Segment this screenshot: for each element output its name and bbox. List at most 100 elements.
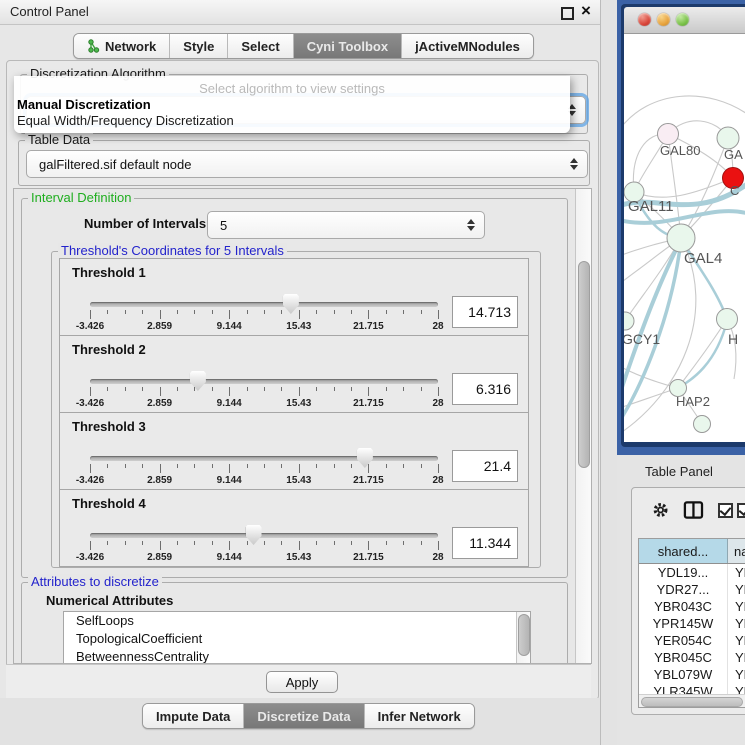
network-canvas[interactable]: GAL80 GA C GAL11 GAL4 GCY1 H HAP2: [624, 34, 745, 442]
network-view-window[interactable]: GAL80 GA C GAL11 GAL4 GCY1 H HAP2: [621, 4, 745, 447]
table-horizontal-scrollbar[interactable]: [639, 694, 745, 707]
tab-impute-data[interactable]: Impute Data: [143, 704, 243, 728]
numerical-attributes-list[interactable]: SelfLoopsTopologicalCoefficientBetweenne…: [63, 611, 531, 664]
threshold-3-value-field[interactable]: [452, 450, 518, 482]
panel-splitter[interactable]: [600, 0, 618, 745]
numerical-attribute-item[interactable]: TopologicalCoefficient: [64, 630, 530, 648]
table-row[interactable]: YBR045CYBR0: [639, 649, 745, 666]
column-header-shared-name[interactable]: shared...: [639, 539, 728, 563]
close-icon[interactable]: ×: [581, 1, 591, 21]
control-panel-titlebar: Control Panel ×: [0, 0, 600, 25]
tab-jactivemnodules-label: jActiveMNodules: [415, 39, 520, 54]
node-top-right[interactable]: [717, 127, 739, 149]
tab-discretize-data[interactable]: Discretize Data: [243, 704, 363, 728]
cell-shared-name: YPR145W: [639, 615, 728, 632]
slider-track[interactable]: [90, 456, 438, 461]
thresholds-group-label: Threshold's Coordinates for 5 Intervals: [58, 243, 287, 258]
threshold-4-slider[interactable]: -3.4262.8599.14415.4321.71528: [90, 525, 438, 565]
settings-vertical-scrollbar[interactable]: [575, 189, 591, 663]
threshold-1-slider[interactable]: -3.4262.8599.14415.4321.71528: [90, 294, 438, 334]
table-hscrollbar-thumb[interactable]: [641, 697, 743, 707]
dropdown-option-manual[interactable]: Manual Discretization: [14, 97, 570, 113]
table-panel-card: shared... na YDL19...YDL1YDR27...YDR2YBR…: [631, 487, 745, 715]
gear-icon[interactable]: [652, 501, 669, 519]
network-window-titlebar[interactable]: [624, 7, 745, 34]
close-traffic-light-icon[interactable]: [638, 13, 651, 26]
node-gal80[interactable]: [658, 124, 679, 145]
application-window: Control Panel × Network Style Select: [0, 0, 745, 745]
threshold-2-slider[interactable]: -3.4262.8599.14415.4321.71528: [90, 371, 438, 411]
settings-scrollbar-thumb[interactable]: [578, 261, 590, 468]
threshold-panel-3: Threshold 3 -3.4262.8599.14415.4321.7152…: [59, 412, 529, 490]
slider-ticks: [90, 464, 438, 474]
float-window-icon[interactable]: [561, 7, 574, 20]
table-data-combobox[interactable]: galFiltered.sif default node: [26, 150, 588, 178]
network-icon: [87, 39, 100, 53]
number-of-intervals-value: 5: [220, 218, 227, 233]
slider-tick-labels: -3.4262.8599.14415.4321.71528: [90, 475, 438, 487]
node-bottom[interactable]: [694, 416, 711, 433]
table-row[interactable]: YDR27...YDR2: [639, 581, 745, 598]
threshold-3-label: Threshold 3: [72, 419, 146, 434]
numerical-attribute-item[interactable]: SelfLoops: [64, 612, 530, 630]
tick-label: 21.715: [353, 475, 384, 486]
threshold-2-value-field[interactable]: [452, 373, 518, 405]
minimize-traffic-light-icon[interactable]: [657, 13, 670, 26]
slider-tick-labels: -3.4262.8599.14415.4321.71528: [90, 398, 438, 410]
slider-track[interactable]: [90, 533, 438, 538]
tab-jactivemnodules[interactable]: jActiveMNodules: [401, 34, 533, 58]
checkbox-icon[interactable]: [737, 503, 745, 518]
threshold-4-value-field[interactable]: [452, 527, 518, 559]
table-row[interactable]: YPR145WYPR1: [639, 615, 745, 632]
tab-select-label: Select: [241, 39, 279, 54]
threshold-1-value-field[interactable]: [452, 296, 518, 328]
slider-track[interactable]: [90, 302, 438, 307]
threshold-3-slider[interactable]: -3.4262.8599.14415.4321.71528: [90, 448, 438, 488]
node-label-gal80: GAL80: [660, 143, 700, 158]
list-scrollbar-thumb[interactable]: [518, 614, 530, 656]
tab-style[interactable]: Style: [169, 34, 227, 58]
tick-label: -3.426: [76, 321, 104, 332]
list-vertical-scrollbar[interactable]: [516, 612, 530, 664]
table-row[interactable]: YER054CYER0: [639, 632, 745, 649]
cell-shared-name: YDL19...: [639, 564, 728, 581]
zoom-traffic-light-icon[interactable]: [676, 13, 689, 26]
number-of-intervals-combobox[interactable]: 5: [207, 211, 485, 239]
node-h[interactable]: [717, 309, 738, 330]
node-label-c: C: [730, 183, 739, 198]
cell-shared-name: YDR27...: [639, 581, 728, 598]
dropdown-placeholder-item[interactable]: Select algorithm to view settings: [14, 81, 570, 97]
tab-cyni-toolbox-label: Cyni Toolbox: [307, 39, 388, 54]
tick-label: 21.715: [353, 398, 384, 409]
dropdown-option-equal-width[interactable]: Equal Width/Frequency Discretization: [14, 113, 570, 129]
tab-network[interactable]: Network: [74, 34, 169, 58]
table-panel-title: Table Panel: [645, 464, 713, 479]
threshold-panel-1: Threshold 1 -3.4262.8599.14415.4321.7152…: [59, 258, 529, 336]
cell-name: YBR0: [728, 598, 745, 615]
tick-label: 9.144: [217, 321, 242, 332]
threshold-panel-4: Threshold 4 -3.4262.8599.14415.4321.7152…: [59, 489, 529, 567]
table-data-group-label: Table Data: [25, 132, 93, 147]
tab-infer-network[interactable]: Infer Network: [364, 704, 474, 728]
cell-name: YER0: [728, 632, 745, 649]
column-header-name[interactable]: na: [728, 539, 745, 563]
slider-track[interactable]: [90, 379, 438, 384]
tab-cyni-toolbox[interactable]: Cyni Toolbox: [293, 34, 401, 58]
slider-ticks: [90, 310, 438, 320]
apply-button[interactable]: Apply: [266, 671, 338, 693]
table-row[interactable]: YBL079WYBL0: [639, 666, 745, 683]
tab-select[interactable]: Select: [227, 34, 292, 58]
threshold-4-label: Threshold 4: [72, 496, 146, 511]
threshold-1-label: Threshold 1: [72, 265, 146, 280]
node-gal4[interactable]: [667, 224, 695, 252]
table-row[interactable]: YBR043CYBR0: [639, 598, 745, 615]
split-columns-icon[interactable]: [683, 500, 704, 520]
numerical-attribute-item[interactable]: BetweennessCentrality: [64, 648, 530, 664]
node-gcy1[interactable]: [624, 312, 634, 330]
cell-name: YDR2: [728, 581, 745, 598]
table-body: YDL19...YDL1YDR27...YDR2YBR043CYBR0YPR14…: [639, 564, 745, 708]
checkbox-icon[interactable]: [718, 503, 733, 518]
tick-label: 28: [432, 321, 443, 332]
slider-tick-labels: -3.4262.8599.14415.4321.71528: [90, 552, 438, 564]
table-row[interactable]: YDL19...YDL1: [639, 564, 745, 581]
